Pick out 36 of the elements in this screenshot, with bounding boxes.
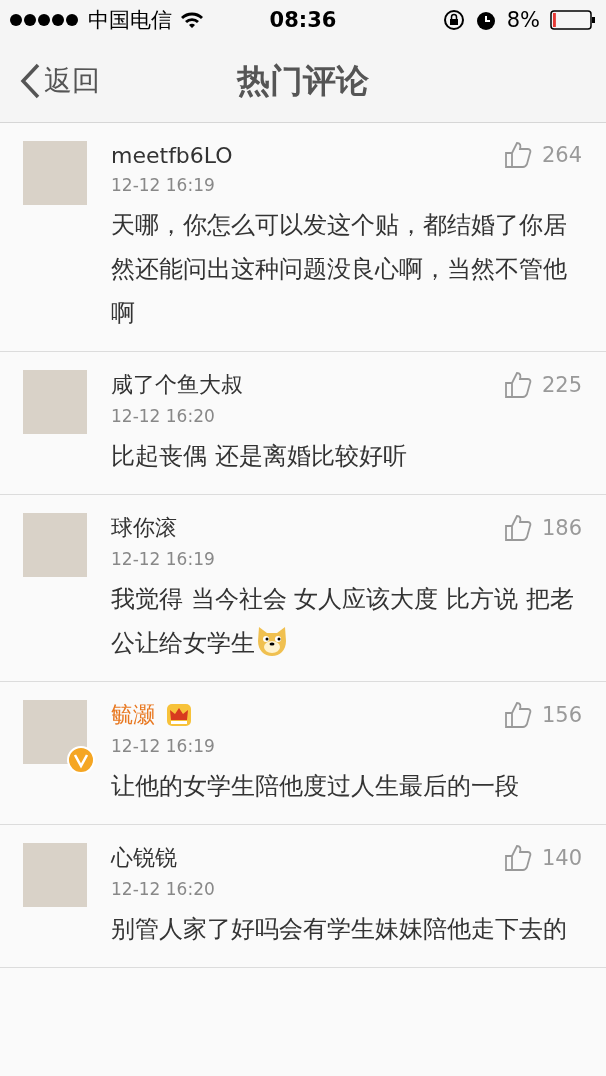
- thumbs-up-icon[interactable]: [503, 844, 532, 872]
- battery-icon: [550, 10, 596, 30]
- thumbs-up-icon[interactable]: [503, 141, 532, 169]
- like-count: 140: [541, 846, 582, 870]
- thumbs-up-icon[interactable]: [503, 371, 532, 399]
- comment-text: 比起丧偶 还是离婚比较好听: [111, 441, 408, 472]
- avatar-photo-placeholder[interactable]: [23, 700, 87, 764]
- thumbs-up-icon[interactable]: [503, 701, 532, 729]
- user-name[interactable]: 球你滚: [111, 513, 177, 543]
- rotation-lock-icon: [442, 9, 465, 31]
- comment-time: 12-12 16:19: [111, 736, 216, 756]
- alarm-icon: [474, 9, 497, 31]
- comment-text: 天哪，你怎么可以发这个贴，都结婚了你居然还能问出这种问题没良心啊，当然不管他啊: [111, 210, 568, 329]
- comment-time: 12-12 16:19: [111, 549, 216, 569]
- comment-time: 12-12 16:19: [111, 175, 216, 195]
- like-count: 225: [541, 373, 582, 397]
- carrier-name: 中国电信: [88, 7, 172, 34]
- comment-text: 让他的女学生陪他度过人生最后的一段: [111, 771, 520, 802]
- comment-time: 12-12 16:20: [111, 406, 216, 426]
- back-chevron-icon: [20, 63, 40, 99]
- page-title: 热门评论: [237, 60, 369, 100]
- like-count: 186: [541, 516, 582, 540]
- comment-text: 我觉得 当今社会 女人应该大度 比方说 把老公让给女学生: [111, 584, 575, 659]
- like-count: 156: [541, 703, 582, 727]
- thumbs-up-icon[interactable]: [503, 514, 532, 542]
- user-name[interactable]: meetfb6LO: [111, 142, 233, 168]
- wifi-icon: [180, 11, 204, 29]
- back-button[interactable]: 返回: [0, 51, 100, 111]
- user-name[interactable]: 心锐锐: [111, 843, 177, 873]
- signal-icon: [10, 12, 80, 28]
- clock-time: 08:36: [269, 8, 337, 32]
- comment-text: 别管人家了好吗会有学生妹妹陪他走下去的: [111, 914, 568, 945]
- user-name[interactable]: 咸了个鱼大叔: [111, 370, 243, 400]
- battery-percent: 8%: [506, 8, 540, 32]
- like-count: 264: [541, 143, 582, 167]
- comment-time: 12-12 16:20: [111, 879, 216, 899]
